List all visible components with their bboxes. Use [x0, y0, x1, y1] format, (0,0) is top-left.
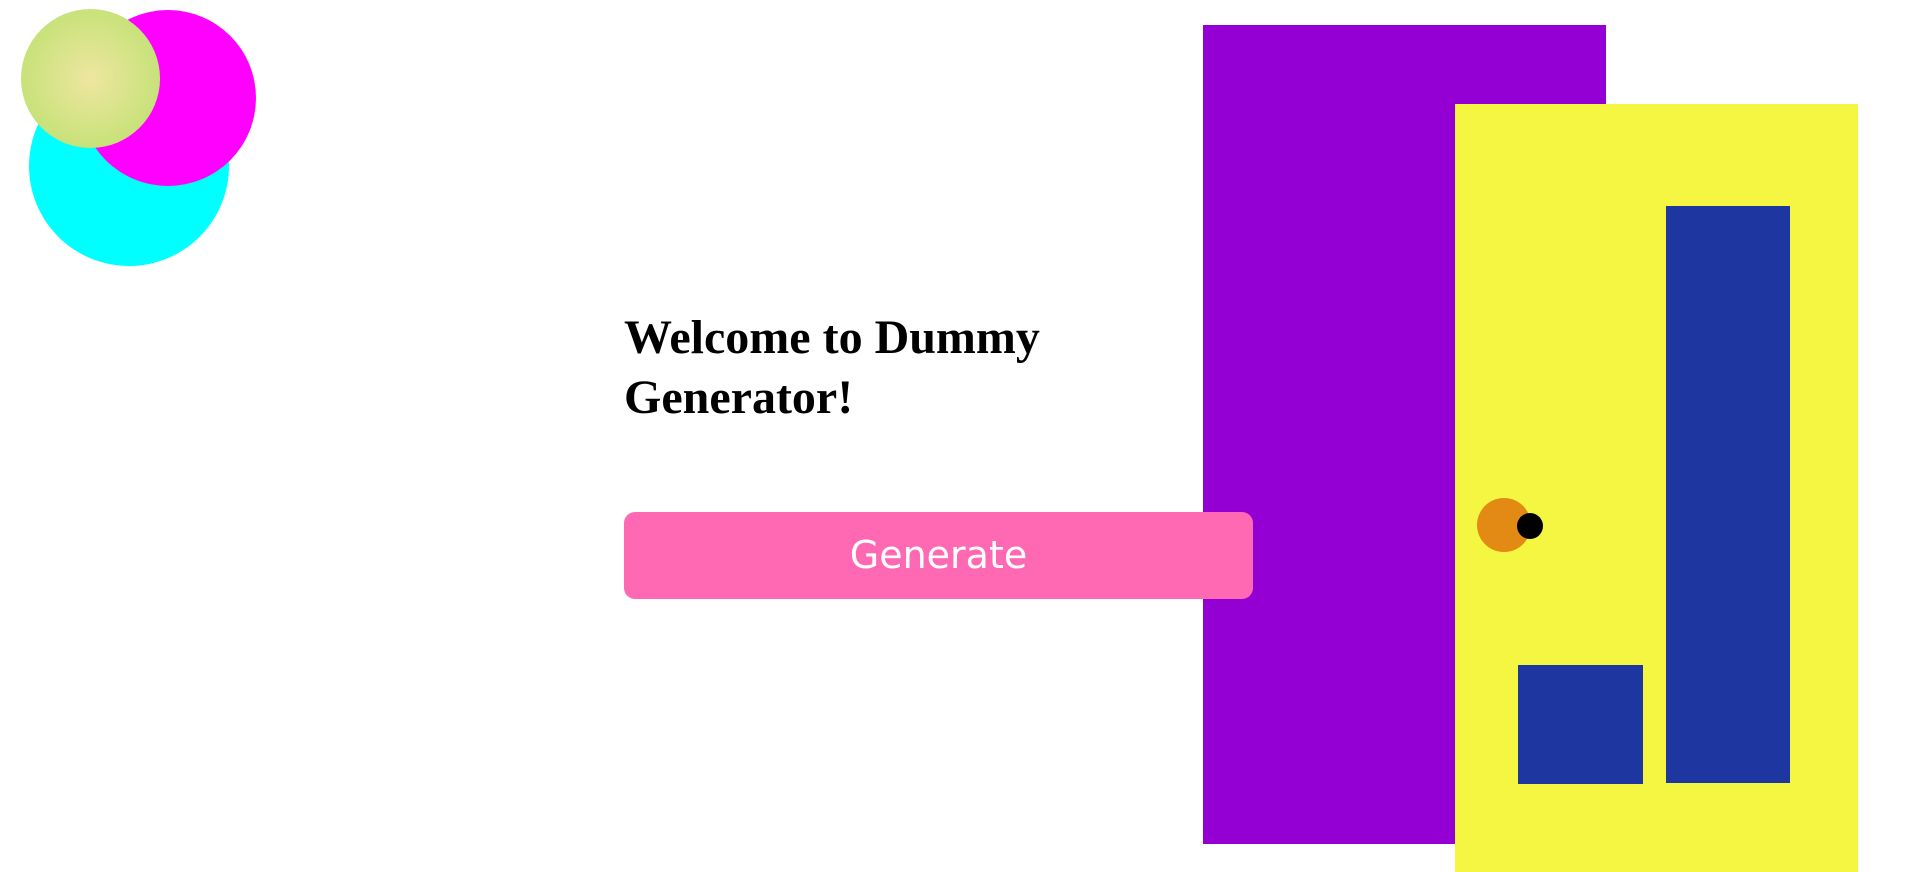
page-title: Welcome to Dummy Generator!: [624, 311, 1040, 424]
circle-green-icon: [21, 9, 160, 148]
door-knob-dot: [1517, 513, 1543, 539]
door-panel: [1455, 104, 1858, 872]
door-window-small: [1518, 665, 1643, 784]
door-window-tall: [1666, 206, 1790, 783]
generate-button[interactable]: Generate: [624, 512, 1253, 599]
page: Welcome to Dummy Generator! Generate: [0, 0, 1913, 872]
